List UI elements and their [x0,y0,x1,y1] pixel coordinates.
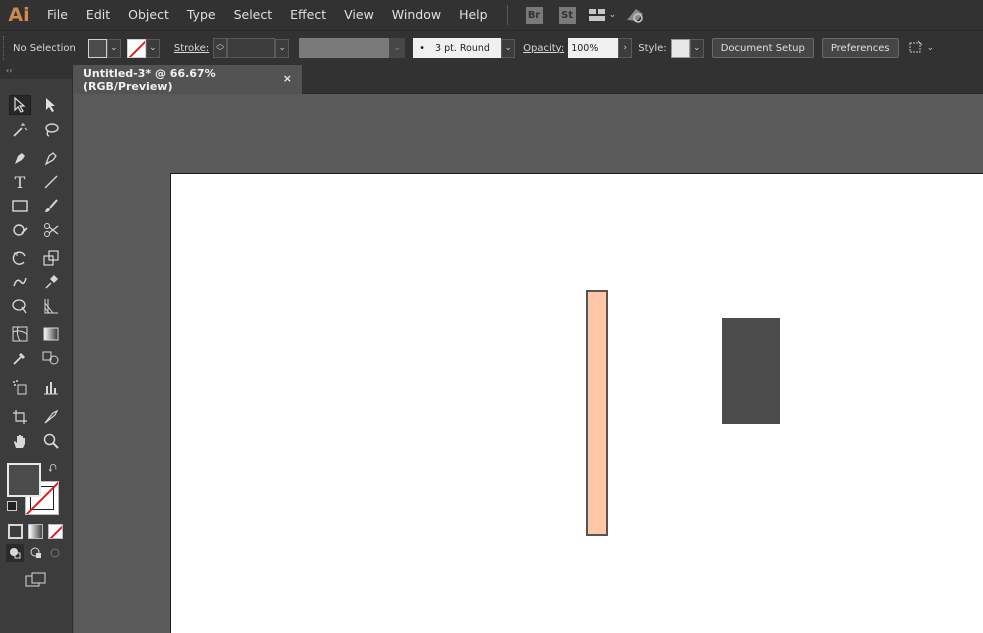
tools-panel: ‹‹ T ⮏ [0,65,73,633]
zoom-tool-icon[interactable] [40,431,62,451]
menu-object[interactable]: Object [119,0,178,30]
brush-dot-icon: • [419,42,426,54]
opacity-arrow-icon[interactable]: › [618,38,633,58]
fill-swatch[interactable] [87,38,107,58]
stroke-swatch[interactable] [126,38,146,58]
draw-behind-icon[interactable] [27,544,45,562]
document-tab-bar: Untitled-3* @ 66.67% (RGB/Preview) × [74,65,983,94]
blend-tool-icon[interactable] [40,348,62,368]
menu-window[interactable]: Window [383,0,450,30]
paintbrush-tool-icon[interactable] [40,196,62,216]
menu-select[interactable]: Select [225,0,282,30]
gradient-tool-icon[interactable] [40,324,62,344]
shaper-tool-icon[interactable] [9,220,31,240]
selection-tool-icon[interactable] [9,95,31,115]
brush-definition-select[interactable]: • 3 pt. Round [413,38,502,58]
control-bar: No Selection ⌄ ⌄ Stroke: ︿ ﹀ ⌄ ⌄ • 3 pt. … [0,30,983,65]
canvas-workspace[interactable] [74,94,983,633]
style-label: Style: [638,42,667,54]
direct-selection-tool-icon[interactable] [40,95,62,115]
selection-status: No Selection [13,42,76,54]
toolbox-collapse-button[interactable]: ‹‹ [0,65,72,79]
draw-normal-icon[interactable] [6,544,24,562]
bridge-button[interactable]: Br [525,6,543,24]
stock-button[interactable]: St [558,6,576,24]
scale-tool-icon[interactable] [40,248,62,268]
hand-tool-icon[interactable] [9,431,31,451]
draw-inside-icon[interactable] [46,544,64,562]
stroke-dropdown-chevron-icon[interactable]: ⌄ [145,38,160,58]
scissors-tool-icon[interactable] [40,220,62,240]
gradient-mode-icon[interactable] [28,524,43,539]
workspace-arrange-icon[interactable]: ⌄ [588,8,616,22]
stroke-weight-stepper[interactable]: ︿ ﹀ [213,38,228,58]
rectangle-tool-icon[interactable] [9,196,31,216]
column-graph-tool-icon[interactable] [40,377,62,397]
menu-view[interactable]: View [335,0,383,30]
menu-effect[interactable]: Effect [281,0,335,30]
peach-rectangle-shape[interactable] [586,290,608,536]
preferences-button[interactable]: Preferences [821,38,899,58]
menu-type[interactable]: Type [178,0,225,30]
menu-bar: Ai File Edit Object Type Select Effect V… [0,0,983,30]
graphic-style-swatch[interactable] [670,38,690,58]
color-mode-icon[interactable] [8,524,23,539]
warp-tool-icon[interactable] [9,272,31,292]
fill-dropdown-chevron-icon[interactable]: ⌄ [106,38,121,58]
menu-help[interactable]: Help [450,0,497,30]
none-mode-icon[interactable] [48,524,63,539]
brush-chevron-icon[interactable]: ⌄ [501,38,516,58]
change-screen-mode-icon[interactable] [24,570,48,590]
stroke-label[interactable]: Stroke: [174,43,209,54]
menu-file[interactable]: File [38,0,77,30]
symbol-sprayer-tool-icon[interactable] [9,377,31,397]
arrange-documents-icon[interactable]: ⌄ [907,40,934,56]
menu-edit[interactable]: Edit [77,0,119,30]
default-fill-stroke-icon[interactable] [7,501,17,511]
stroke-weight-input[interactable] [227,38,276,58]
control-bar-grip[interactable] [3,36,9,60]
document-tab-title: Untitled-3* @ 66.67% (RGB/Preview) [83,66,216,93]
opacity-input[interactable]: 100% [568,38,619,58]
brush-definition-label: 3 pt. Round [435,42,490,54]
eyedropper-tool-icon[interactable] [9,348,31,368]
lasso-tool-icon[interactable] [40,120,62,140]
magic-wand-tool-icon[interactable] [9,120,31,140]
variable-width-profile[interactable] [299,38,390,58]
type-tool-icon[interactable]: T [9,172,31,192]
shape-builder-tool-icon[interactable] [9,296,31,316]
perspective-grid-tool-icon[interactable] [40,296,62,316]
variable-width-chevron-icon[interactable]: ⌄ [389,38,406,58]
gpu-performance-icon[interactable] [624,6,646,24]
artboard[interactable] [170,173,983,633]
illustrator-logo: Ai [8,4,30,26]
curvature-tool-icon[interactable] [40,148,62,168]
dark-gray-rectangle-shape[interactable] [722,318,780,424]
document-tab[interactable]: Untitled-3* @ 66.67% (RGB/Preview) × [74,65,302,94]
document-setup-button[interactable]: Document Setup [711,38,814,58]
mesh-tool-icon[interactable] [9,324,31,344]
pen-tool-icon[interactable] [9,148,31,168]
slice-tool-icon[interactable] [40,407,62,427]
artboard-tool-icon[interactable] [9,407,31,427]
rotate-tool-icon[interactable] [9,248,31,268]
line-segment-tool-icon[interactable] [40,172,62,192]
fill-color-box[interactable] [7,463,41,497]
puppet-warp-tool-icon[interactable] [40,272,62,292]
style-chevron-icon[interactable]: ⌄ [689,38,704,58]
menu-divider [506,5,508,25]
stroke-weight-chevron-icon[interactable]: ⌄ [275,38,290,58]
opacity-label[interactable]: Opacity: [523,43,564,54]
close-tab-icon[interactable]: × [283,72,292,85]
swap-fill-stroke-icon[interactable]: ⮏ [48,460,57,479]
